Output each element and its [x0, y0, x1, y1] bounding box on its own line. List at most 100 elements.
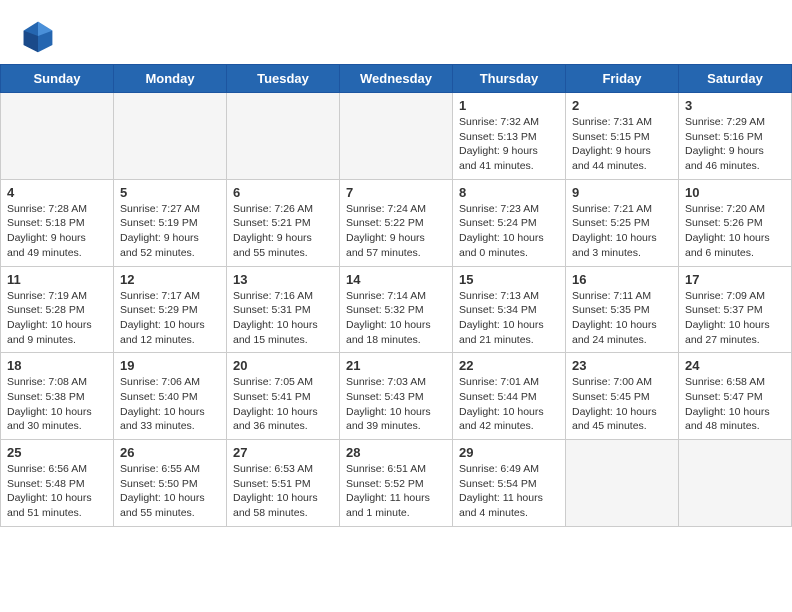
calendar-cell: 14 Sunrise: 7:14 AMSunset: 5:32 PMDayligh… [340, 266, 453, 353]
day-number: 18 [7, 358, 107, 373]
day-info: Sunrise: 7:26 AMSunset: 5:21 PMDaylight:… [233, 202, 333, 261]
calendar-cell: 12 Sunrise: 7:17 AMSunset: 5:29 PMDayligh… [114, 266, 227, 353]
calendar-table: SundayMondayTuesdayWednesdayThursdayFrid… [0, 64, 792, 527]
logo [20, 18, 60, 54]
calendar-cell: 3 Sunrise: 7:29 AMSunset: 5:16 PMDaylight… [679, 93, 792, 180]
col-header-thursday: Thursday [453, 65, 566, 93]
day-number: 9 [572, 185, 672, 200]
calendar-cell: 7 Sunrise: 7:24 AMSunset: 5:22 PMDaylight… [340, 179, 453, 266]
col-header-saturday: Saturday [679, 65, 792, 93]
day-number: 8 [459, 185, 559, 200]
day-info: Sunrise: 7:29 AMSunset: 5:16 PMDaylight:… [685, 115, 785, 174]
calendar-header-row: SundayMondayTuesdayWednesdayThursdayFrid… [1, 65, 792, 93]
day-info: Sunrise: 7:31 AMSunset: 5:15 PMDaylight:… [572, 115, 672, 174]
calendar-cell: 17 Sunrise: 7:09 AMSunset: 5:37 PMDayligh… [679, 266, 792, 353]
day-number: 24 [685, 358, 785, 373]
calendar-cell: 2Sunrise: 7:31 AMSunset: 5:15 PMDaylight… [566, 93, 679, 180]
day-info: Sunrise: 7:32 AMSunset: 5:13 PMDaylight:… [459, 115, 559, 174]
day-info: Sunrise: 7:27 AMSunset: 5:19 PMDaylight:… [120, 202, 220, 261]
day-number: 17 [685, 272, 785, 287]
day-info: Sunrise: 7:11 AMSunset: 5:35 PMDaylight:… [572, 289, 672, 348]
calendar-cell [679, 440, 792, 527]
calendar-cell [1, 93, 114, 180]
day-number: 7 [346, 185, 446, 200]
calendar-cell: 24 Sunrise: 6:58 AMSunset: 5:47 PMDayligh… [679, 353, 792, 440]
calendar-week-row: 25 Sunrise: 6:56 AMSunset: 5:48 PMDayligh… [1, 440, 792, 527]
calendar-week-row: 4 Sunrise: 7:28 AMSunset: 5:18 PMDaylight… [1, 179, 792, 266]
day-info: Sunrise: 6:58 AMSunset: 5:47 PMDaylight:… [685, 375, 785, 434]
calendar-cell [340, 93, 453, 180]
col-header-monday: Monday [114, 65, 227, 93]
calendar-cell: 19 Sunrise: 7:06 AMSunset: 5:40 PMDayligh… [114, 353, 227, 440]
day-info: Sunrise: 7:23 AMSunset: 5:24 PMDaylight:… [459, 202, 559, 261]
day-number: 10 [685, 185, 785, 200]
day-number: 19 [120, 358, 220, 373]
calendar-cell: 6 Sunrise: 7:26 AMSunset: 5:21 PMDaylight… [227, 179, 340, 266]
day-info: Sunrise: 6:49 AMSunset: 5:54 PMDaylight:… [459, 462, 559, 521]
page-header [0, 0, 792, 64]
calendar-week-row: 1 Sunrise: 7:32 AMSunset: 5:13 PMDaylight… [1, 93, 792, 180]
day-number: 4 [7, 185, 107, 200]
calendar-cell [227, 93, 340, 180]
day-number: 23 [572, 358, 672, 373]
day-number: 25 [7, 445, 107, 460]
calendar-cell: 21Sunrise: 7:03 AMSunset: 5:43 PMDayligh… [340, 353, 453, 440]
day-number: 3 [685, 98, 785, 113]
day-info: Sunrise: 7:28 AMSunset: 5:18 PMDaylight:… [7, 202, 107, 261]
col-header-sunday: Sunday [1, 65, 114, 93]
day-info: Sunrise: 7:20 AMSunset: 5:26 PMDaylight:… [685, 202, 785, 261]
day-number: 26 [120, 445, 220, 460]
day-number: 6 [233, 185, 333, 200]
day-info: Sunrise: 7:24 AMSunset: 5:22 PMDaylight:… [346, 202, 446, 261]
day-info: Sunrise: 6:56 AMSunset: 5:48 PMDaylight:… [7, 462, 107, 521]
calendar-cell: 8 Sunrise: 7:23 AMSunset: 5:24 PMDaylight… [453, 179, 566, 266]
day-info: Sunrise: 7:21 AMSunset: 5:25 PMDaylight:… [572, 202, 672, 261]
day-info: Sunrise: 6:55 AMSunset: 5:50 PMDaylight:… [120, 462, 220, 521]
day-number: 29 [459, 445, 559, 460]
calendar-cell: 15 Sunrise: 7:13 AMSunset: 5:34 PMDayligh… [453, 266, 566, 353]
calendar-cell: 10 Sunrise: 7:20 AMSunset: 5:26 PMDayligh… [679, 179, 792, 266]
day-info: Sunrise: 7:08 AMSunset: 5:38 PMDaylight:… [7, 375, 107, 434]
logo-icon [20, 18, 56, 54]
calendar-cell: 1 Sunrise: 7:32 AMSunset: 5:13 PMDaylight… [453, 93, 566, 180]
calendar-cell: 11 Sunrise: 7:19 AMSunset: 5:28 PMDayligh… [1, 266, 114, 353]
day-info: Sunrise: 7:00 AMSunset: 5:45 PMDaylight:… [572, 375, 672, 434]
calendar-cell [114, 93, 227, 180]
calendar-cell: 23 Sunrise: 7:00 AMSunset: 5:45 PMDayligh… [566, 353, 679, 440]
calendar-cell: 16 Sunrise: 7:11 AMSunset: 5:35 PMDayligh… [566, 266, 679, 353]
day-number: 14 [346, 272, 446, 287]
calendar-cell: 22 Sunrise: 7:01 AMSunset: 5:44 PMDayligh… [453, 353, 566, 440]
day-number: 22 [459, 358, 559, 373]
day-info: Sunrise: 6:53 AMSunset: 5:51 PMDaylight:… [233, 462, 333, 521]
calendar-cell: 9 Sunrise: 7:21 AMSunset: 5:25 PMDaylight… [566, 179, 679, 266]
day-number: 1 [459, 98, 559, 113]
calendar-cell: 27Sunrise: 6:53 AMSunset: 5:51 PMDayligh… [227, 440, 340, 527]
calendar-cell: 13 Sunrise: 7:16 AMSunset: 5:31 PMDayligh… [227, 266, 340, 353]
calendar-cell: 5 Sunrise: 7:27 AMSunset: 5:19 PMDaylight… [114, 179, 227, 266]
day-number: 13 [233, 272, 333, 287]
day-info: Sunrise: 7:13 AMSunset: 5:34 PMDaylight:… [459, 289, 559, 348]
calendar-cell [566, 440, 679, 527]
calendar-cell: 20Sunrise: 7:05 AMSunset: 5:41 PMDayligh… [227, 353, 340, 440]
calendar-cell: 26 Sunrise: 6:55 AMSunset: 5:50 PMDayligh… [114, 440, 227, 527]
day-number: 16 [572, 272, 672, 287]
day-info: Sunrise: 7:01 AMSunset: 5:44 PMDaylight:… [459, 375, 559, 434]
day-info: Sunrise: 7:16 AMSunset: 5:31 PMDaylight:… [233, 289, 333, 348]
col-header-tuesday: Tuesday [227, 65, 340, 93]
col-header-friday: Friday [566, 65, 679, 93]
day-number: 28 [346, 445, 446, 460]
day-info: Sunrise: 7:19 AMSunset: 5:28 PMDaylight:… [7, 289, 107, 348]
day-number: 15 [459, 272, 559, 287]
day-number: 11 [7, 272, 107, 287]
day-info: Sunrise: 7:17 AMSunset: 5:29 PMDaylight:… [120, 289, 220, 348]
day-number: 5 [120, 185, 220, 200]
day-info: Sunrise: 7:14 AMSunset: 5:32 PMDaylight:… [346, 289, 446, 348]
calendar-week-row: 18 Sunrise: 7:08 AMSunset: 5:38 PMDayligh… [1, 353, 792, 440]
calendar-cell: 29 Sunrise: 6:49 AMSunset: 5:54 PMDayligh… [453, 440, 566, 527]
day-info: Sunrise: 7:05 AMSunset: 5:41 PMDaylight:… [233, 375, 333, 434]
day-number: 12 [120, 272, 220, 287]
day-info: Sunrise: 7:09 AMSunset: 5:37 PMDaylight:… [685, 289, 785, 348]
day-info: Sunrise: 7:06 AMSunset: 5:40 PMDaylight:… [120, 375, 220, 434]
col-header-wednesday: Wednesday [340, 65, 453, 93]
calendar-cell: 4 Sunrise: 7:28 AMSunset: 5:18 PMDaylight… [1, 179, 114, 266]
